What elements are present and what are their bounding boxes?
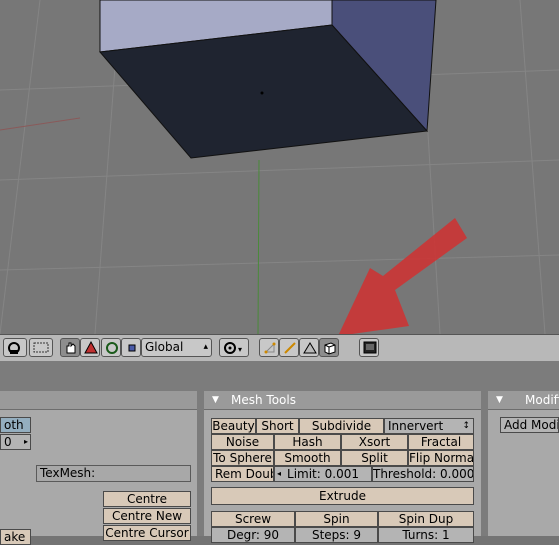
hash-button[interactable]: Hash <box>274 434 341 450</box>
view-rotate-icon <box>8 342 20 354</box>
edge-select-button[interactable] <box>279 338 299 357</box>
centre-cursor-button[interactable]: Centre Cursor <box>103 525 191 541</box>
vertex-select-icon <box>264 342 276 354</box>
pivot-icon: ▾ <box>224 342 242 354</box>
triangle-mode-icon <box>84 340 98 354</box>
select-square-button[interactable] <box>121 338 141 357</box>
solid-cube-icon <box>324 342 336 355</box>
mesh-tools-title: Mesh Tools <box>231 393 296 407</box>
link-materials-panel: oth 0 ▸ TexMesh: Centre Centre New Centr… <box>0 391 197 545</box>
proportional-button[interactable] <box>101 338 121 357</box>
mesh-tools-panel: ▼ Mesh Tools Beauty Short Subdivide Inne… <box>204 391 481 543</box>
smooth-button[interactable]: Smooth <box>274 450 341 466</box>
link-panel-header <box>0 391 197 410</box>
mesh-tools-header[interactable]: ▼ Mesh Tools <box>204 391 481 410</box>
select-square-icon <box>128 344 136 352</box>
limit-field[interactable]: ◂ Limit: 0.001 <box>274 466 372 482</box>
y-axis-line <box>257 159 260 334</box>
proportional-icon <box>106 342 118 354</box>
render-icon <box>363 341 377 354</box>
xsort-button[interactable]: Xsort <box>341 434 408 450</box>
texmesh-field[interactable]: TexMesh: <box>36 465 191 482</box>
innervert-select[interactable]: Innervert ↕ <box>384 418 474 434</box>
to-sphere-button[interactable]: To Sphere <box>211 450 274 466</box>
grab-mode-button[interactable] <box>60 338 80 357</box>
steps-field[interactable]: Steps: 9 <box>295 527 378 543</box>
chevron-right-icon: ▸ <box>23 437 28 446</box>
face-select-icon <box>303 342 317 354</box>
limit-label: Limit: 0.001 <box>287 467 359 481</box>
degr-field[interactable]: Degr: 90 <box>211 527 295 543</box>
noise-button[interactable]: Noise <box>211 434 274 450</box>
smooth-toggle-button[interactable]: oth <box>0 417 31 433</box>
chevron-updown-icon: ↕ <box>462 421 470 431</box>
face-select-button[interactable] <box>299 338 319 357</box>
pivot-button[interactable]: ▾ <box>219 338 249 357</box>
add-modifier-button[interactable]: Add Modi <box>500 417 559 433</box>
flip-normal-button[interactable]: Flip Normal <box>408 450 474 466</box>
modifiers-header[interactable]: ▼ Modifi <box>488 391 559 410</box>
vertex-select-button[interactable] <box>259 338 279 357</box>
modifiers-panel: ▼ Modifi Add Modi <box>488 391 559 536</box>
spin-button[interactable]: Spin <box>295 511 378 527</box>
fractal-button[interactable]: Fractal <box>408 434 474 450</box>
orientation-select[interactable]: Global ▴ <box>141 338 212 357</box>
buttons-window: oth 0 ▸ TexMesh: Centre Centre New Centr… <box>0 361 559 545</box>
triangle-mode-button[interactable] <box>80 338 100 357</box>
beauty-button[interactable]: Beauty <box>211 418 256 434</box>
chevron-left-icon: ◂ <box>277 469 282 478</box>
centre-button[interactable]: Centre <box>103 491 191 507</box>
collapse-triangle-icon: ▼ <box>496 395 503 405</box>
short-button[interactable]: Short <box>256 418 299 434</box>
layers-icon <box>33 342 49 353</box>
value-stepper[interactable]: 0 ▸ <box>0 434 31 450</box>
subdivide-button[interactable]: Subdivide <box>299 418 384 434</box>
solid-draw-button[interactable] <box>319 338 339 357</box>
grab-hand-icon <box>66 342 76 354</box>
layers-button[interactable] <box>29 338 53 357</box>
rem-doubl-button[interactable]: Rem Doubl <box>211 466 274 482</box>
cube-mesh <box>99 0 437 159</box>
partial-button[interactable]: ake <box>0 529 31 545</box>
x-axis-line <box>0 117 81 131</box>
red-arrow <box>338 218 467 334</box>
split-button[interactable]: Split <box>341 450 408 466</box>
value-label: 0 <box>4 435 12 449</box>
chevron-updown-icon: ▴ <box>203 342 208 352</box>
turns-field[interactable]: Turns: 1 <box>378 527 474 543</box>
view-rotate-button[interactable] <box>3 338 27 357</box>
svg-text:▾: ▾ <box>238 345 242 354</box>
modifiers-title: Modifi <box>525 393 559 407</box>
edge-select-icon <box>284 342 296 354</box>
centre-new-button[interactable]: Centre New <box>103 508 191 524</box>
extrude-button[interactable]: Extrude <box>211 487 474 505</box>
viewport-header: Global ▴ ▾ <box>0 334 559 361</box>
render-button[interactable] <box>359 338 379 357</box>
innervert-label: Innervert <box>388 419 444 433</box>
spin-dup-button[interactable]: Spin Dup <box>378 511 474 527</box>
orientation-label: Global <box>145 340 184 354</box>
threshold-field[interactable]: Threshold: 0.000 <box>372 466 474 482</box>
viewport-canvas <box>0 0 559 334</box>
3d-viewport[interactable] <box>0 0 559 334</box>
screw-button[interactable]: Screw <box>211 511 295 527</box>
collapse-triangle-icon: ▼ <box>212 395 219 405</box>
